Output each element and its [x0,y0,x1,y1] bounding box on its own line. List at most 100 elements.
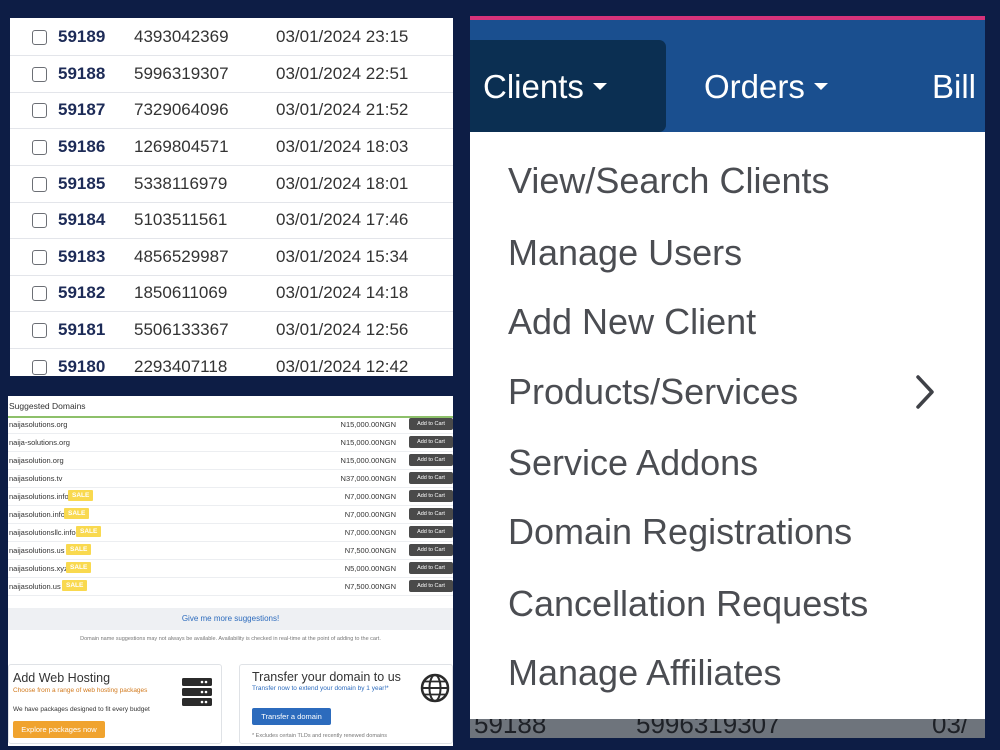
order-id-link[interactable]: 59189 [58,27,105,47]
domain-row: naijasolutionsllc.info SALE N7,000.00NGN Ad… [8,524,453,542]
order-id-link[interactable]: 59185 [58,174,105,194]
order-id-link[interactable]: 59187 [58,100,105,120]
order-date: 03/01/2024 14:18 [276,283,409,302]
order-id-link[interactable]: 59186 [58,137,105,157]
sale-badge: SALE [76,526,102,537]
add-to-cart-button[interactable]: Add to Cart [409,490,453,502]
domain-name: naijasolutions.us [9,546,65,555]
table-row[interactable]: 59184 5103511561 03/01/2024 17:46 [10,202,453,239]
nav-clients[interactable]: Clients [483,68,607,106]
caret-down-icon [592,82,607,90]
order-id-link[interactable]: 59183 [58,247,105,267]
order-id-link[interactable]: 59181 [58,320,105,340]
row-checkbox[interactable] [32,322,47,338]
domain-name: naijasolutions.info [9,492,69,501]
table-row[interactable]: 59181 5506133367 03/01/2024 12:56 [10,312,453,349]
table-row[interactable]: 59189 4393042369 03/01/2024 23:15 [10,19,453,56]
sale-badge: SALE [64,508,90,519]
order-date: 03/01/2024 17:46 [276,210,409,229]
table-row[interactable]: 59182 1850611069 03/01/2024 14:18 [10,275,453,312]
hosting-title: Add Web Hosting [13,671,111,685]
order-id-link[interactable]: 59188 [58,64,105,84]
domain-row: naijasolution.us SALE N7,500.00NGN Add to C… [8,578,453,596]
menu-service-addons[interactable]: Service Addons [508,442,758,484]
row-checkbox[interactable] [32,359,47,375]
sale-badge: SALE [66,544,92,555]
transfer-subtitle: Transfer now to extend your domain by 1 … [252,685,389,692]
order-id-link[interactable]: 59182 [58,283,105,303]
domain-price: N15,000.00NGN [340,456,396,465]
menu-domain-registrations[interactable]: Domain Registrations [508,511,852,553]
row-checkbox[interactable] [32,139,47,155]
table-row[interactable]: 59180 2293407118 03/01/2024 12:42 [10,349,453,376]
transfer-domain-button[interactable]: Transfer a domain [252,708,331,725]
domain-price: N7,000.00NGN [344,492,396,501]
hosting-text: We have packages designed to fit every b… [13,706,150,713]
nav-billing-label: Bill [932,68,977,105]
domain-price: N37,000.00NGN [340,474,396,483]
hosting-subtitle: Choose from a range of web hosting packa… [13,687,148,694]
order-phone: 5506133367 [134,320,229,339]
nav-orders[interactable]: Orders [704,68,828,106]
row-checkbox[interactable] [32,249,47,265]
peek-order-id: 59188 [474,719,547,738]
order-phone: 2293407118 [134,357,228,376]
add-to-cart-button[interactable]: Add to Cart [409,580,453,592]
sale-badge: SALE [68,490,94,501]
domain-row: naijasolution.info SALE N7,000.00NGN Add to… [8,506,453,524]
menu-view-search-clients[interactable]: View/Search Clients [508,160,830,202]
add-to-cart-button[interactable]: Add to Cart [409,508,453,520]
table-row[interactable]: 59187 7329064096 03/01/2024 21:52 [10,92,453,129]
add-to-cart-button[interactable]: Add to Cart [409,562,453,574]
underlying-table-peek: 59188 5996319307 03/ [470,719,985,738]
row-checkbox[interactable] [32,29,47,45]
row-checkbox[interactable] [32,66,47,82]
order-phone: 7329064096 [134,100,229,119]
order-phone: 1269804571 [134,137,229,156]
order-date: 03/01/2024 15:34 [276,247,409,266]
domain-name: naija-solutions.org [9,438,70,447]
order-date: 03/01/2024 21:52 [276,100,409,119]
orders-table: 59189 4393042369 03/01/2024 23:15 59188 … [10,18,453,376]
domain-price: N15,000.00NGN [340,420,396,429]
table-row[interactable]: 59186 1269804571 03/01/2024 18:03 [10,129,453,166]
table-row[interactable]: 59183 4856529987 03/01/2024 15:34 [10,239,453,276]
table-row[interactable]: 59188 5996319307 03/01/2024 22:51 [10,56,453,93]
menu-products-services[interactable]: Products/Services [508,371,798,413]
row-checkbox[interactable] [32,176,47,192]
suggested-domains-panel: Suggested Domains naijasolutions.org N15,… [8,396,453,746]
menu-add-new-client[interactable]: Add New Client [508,301,756,343]
order-id-link[interactable]: 59184 [58,210,105,230]
domain-name: naijasolution.info [9,510,65,519]
domain-name: naijasolutions.tv [9,474,63,483]
order-date: 03/01/2024 18:01 [276,174,409,193]
menu-manage-users[interactable]: Manage Users [508,232,742,274]
explore-packages-button[interactable]: Explore packages now [13,721,105,738]
domain-row: naija-solutions.org N15,000.00NGN Add to C… [8,434,453,452]
domain-row: naijasolution.org N15,000.00NGN Add to Car… [8,452,453,470]
order-phone: 5338116979 [134,174,228,193]
add-to-cart-button[interactable]: Add to Cart [409,454,453,466]
add-to-cart-button[interactable]: Add to Cart [409,418,453,430]
order-id-link[interactable]: 59180 [58,357,105,376]
add-to-cart-button[interactable]: Add to Cart [409,544,453,556]
transfer-domain-card: Transfer your domain to us Transfer now … [239,664,453,744]
globe-icon [420,673,450,703]
add-to-cart-button[interactable]: Add to Cart [409,526,453,538]
admin-menu-panel: Clients Orders Bill View/Search Clients … [470,16,985,738]
table-row[interactable]: 59185 5338116979 03/01/2024 18:01 [10,166,453,203]
row-checkbox[interactable] [32,212,47,228]
more-suggestions-link[interactable]: Give me more suggestions! [8,608,453,630]
domain-price: N7,000.00NGN [344,510,396,519]
order-date: 03/01/2024 23:15 [276,27,409,46]
add-to-cart-button[interactable]: Add to Cart [409,436,453,448]
add-to-cart-button[interactable]: Add to Cart [409,472,453,484]
menu-cancellation-requests[interactable]: Cancellation Requests [508,583,868,625]
row-checkbox[interactable] [32,102,47,118]
domain-name: naijasolution.org [9,456,64,465]
order-phone: 4856529987 [134,247,229,266]
order-date: 03/01/2024 12:56 [276,320,409,339]
menu-manage-affiliates[interactable]: Manage Affiliates [508,652,782,694]
row-checkbox[interactable] [32,285,47,301]
nav-billing[interactable]: Bill [932,68,976,106]
